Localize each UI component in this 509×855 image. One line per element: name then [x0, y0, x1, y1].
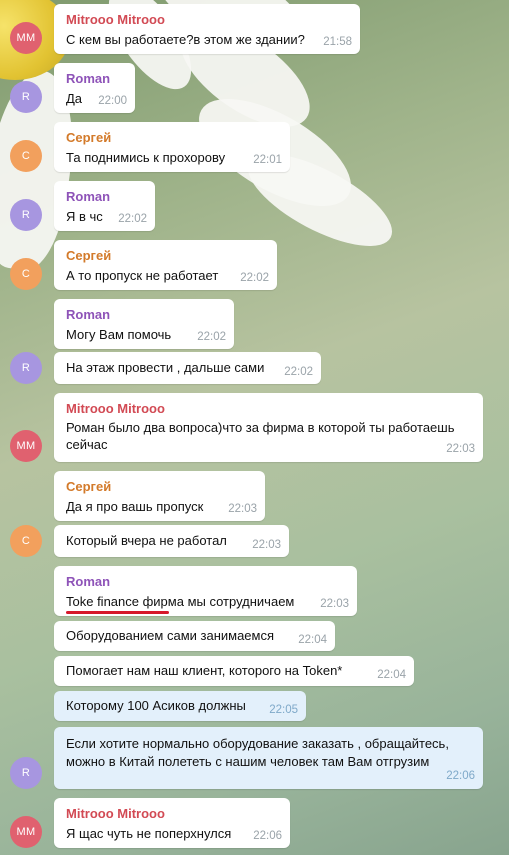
message-text: А то пропуск не работает — [66, 268, 219, 283]
message-text: Toke finance фирма мы сотрудничаем — [66, 594, 295, 609]
message-text: Я в чс — [66, 209, 103, 224]
red-underline-annotation — [66, 611, 169, 614]
message-bubble[interactable]: Сергей Да я про вашь пропуск 22:03 — [54, 471, 265, 521]
message-time: 22:03 — [446, 443, 475, 455]
sender-name[interactable]: Mitrooo Mitrooo — [66, 12, 165, 27]
message-bubble[interactable]: Сергей Та поднимись к прохорову 22:01 — [54, 122, 290, 172]
sender-name[interactable]: Сергей — [66, 479, 111, 494]
sender-name[interactable]: Roman — [66, 574, 110, 589]
sender-name[interactable]: Roman — [66, 307, 110, 322]
message-text-line-1: Роман было два вопроса)что за фирма в ко… — [66, 420, 455, 435]
message-text: Оборудованием сами занимаемся — [66, 628, 275, 643]
message-text: Могу Вам помочь — [66, 327, 172, 342]
message-time: 22:02 — [240, 272, 269, 284]
message-bubble[interactable]: Roman Да 22:00 — [54, 63, 135, 113]
message-bubble[interactable]: Roman Я в чс 22:02 — [54, 181, 155, 231]
sender-name[interactable]: Сергей — [66, 130, 111, 145]
message-bubble[interactable]: Mitrooo Mitrooo Роман было два вопроса)ч… — [54, 393, 483, 462]
message-text: Который вчера не работал — [66, 533, 227, 548]
message-text: Которому 100 Асиков должны — [66, 698, 246, 713]
message-time: 22:04 — [377, 669, 406, 681]
message-time: 22:01 — [253, 154, 282, 166]
avatar[interactable]: MM — [10, 22, 42, 54]
message-time: 22:06 — [253, 830, 282, 842]
message-time: 22:02 — [284, 366, 313, 378]
message-bubble[interactable]: Оборудованием сами занимаемся 22:04 — [54, 621, 335, 651]
message-bubble[interactable]: Если хотите нормально оборудование заказ… — [54, 727, 483, 789]
avatar[interactable]: C — [10, 258, 42, 290]
message-time: 22:03 — [252, 539, 281, 551]
message-time: 22:06 — [446, 770, 475, 782]
message-text: Та поднимись к прохорову — [66, 150, 226, 165]
message-bubble[interactable]: Который вчера не работал 22:03 — [54, 525, 289, 557]
message-time: 22:05 — [269, 704, 298, 716]
message-text: Помогает нам наш клиент, которого на Tok… — [66, 663, 343, 678]
message-bubble[interactable]: Которому 100 Асиков должны 22:05 — [54, 691, 306, 721]
message-text: С кем вы работаете?в этом же здании? — [66, 32, 305, 47]
message-text: Да — [66, 91, 83, 106]
message-bubble[interactable]: Roman Toke finance фирма мы сотрудничаем… — [54, 566, 357, 616]
sender-name[interactable]: Mitrooo Mitrooo — [66, 401, 165, 416]
message-bubble[interactable]: Mitrooo Mitrooo Я щас чуть не поперхнулс… — [54, 798, 290, 848]
message-time: 22:03 — [320, 598, 349, 610]
message-bubble[interactable]: Mitrooo Mitrooo С кем вы работаете?в это… — [54, 4, 360, 54]
message-time: 22:00 — [98, 95, 127, 107]
message-text-line-2: сейчас — [66, 437, 108, 452]
avatar[interactable]: C — [10, 140, 42, 172]
message-text: На этаж провести , дальше сами — [66, 360, 265, 375]
message-text-line-2: можно в Китай полететь с нашим человек т… — [66, 754, 430, 769]
avatar[interactable]: R — [10, 199, 42, 231]
avatar[interactable]: R — [10, 81, 42, 113]
message-bubble[interactable]: Помогает нам наш клиент, которого на Tok… — [54, 656, 414, 686]
sender-name[interactable]: Сергей — [66, 248, 111, 263]
message-time: 22:02 — [197, 331, 226, 343]
message-text: Я щас чуть не поперхнулся — [66, 826, 232, 841]
avatar[interactable]: MM — [10, 430, 42, 462]
sender-name[interactable]: Mitrooo Mitrooo — [66, 806, 165, 821]
message-time: 22:02 — [118, 213, 147, 225]
message-bubble[interactable]: На этаж провести , дальше сами 22:02 — [54, 352, 321, 384]
message-time: 21:58 — [323, 36, 352, 48]
avatar[interactable]: C — [10, 525, 42, 557]
avatar[interactable]: R — [10, 352, 42, 384]
avatar[interactable]: R — [10, 757, 42, 789]
sender-name[interactable]: Roman — [66, 189, 110, 204]
message-bubble[interactable]: Сергей А то пропуск не работает 22:02 — [54, 240, 277, 290]
sender-name[interactable]: Roman — [66, 71, 110, 86]
message-text: Да я про вашь пропуск — [66, 499, 204, 514]
message-text-line-1: Если хотите нормально оборудование заказ… — [66, 736, 449, 751]
message-bubble[interactable]: Roman Могу Вам помочь 22:02 — [54, 299, 234, 349]
message-time: 22:04 — [298, 634, 327, 646]
avatar[interactable]: MM — [10, 816, 42, 848]
message-time: 22:03 — [228, 503, 257, 515]
